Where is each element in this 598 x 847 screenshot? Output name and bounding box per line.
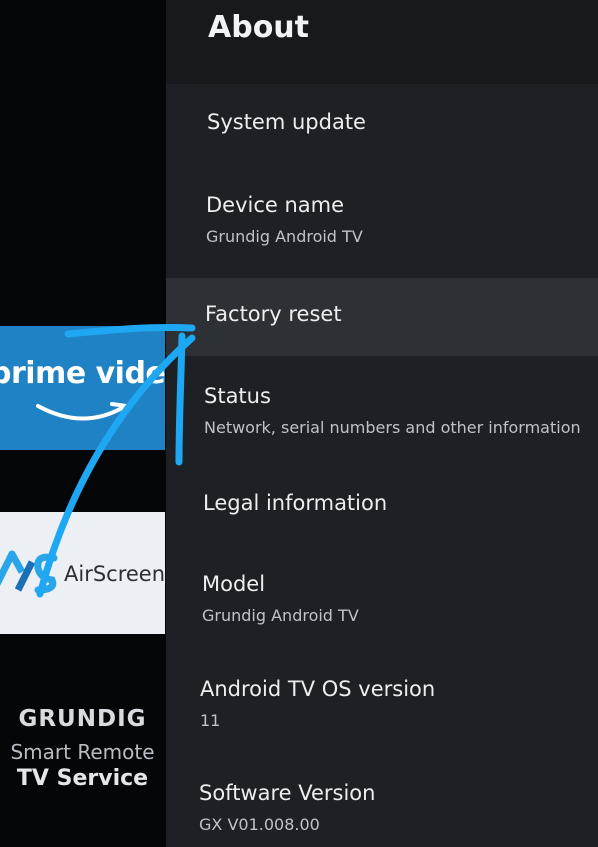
airscreen-tile[interactable]: AirScreen	[0, 512, 165, 634]
menu-item-software-version[interactable]: Software Version GX V01.008.00	[166, 781, 598, 834]
grundig-logo: GRUNDIG	[18, 706, 147, 732]
menu-item-value: Network, serial numbers and other inform…	[204, 418, 581, 437]
menu-item-label: System update	[207, 110, 366, 134]
menu-item-label: Android TV OS version	[200, 677, 436, 701]
menu-item-label: Legal information	[203, 491, 388, 515]
menu-item-value: GX V01.008.00	[199, 815, 320, 834]
menu-item-factory-reset[interactable]: Factory reset	[166, 278, 598, 356]
menu-item-android-tv-os-version[interactable]: Android TV OS version 11	[166, 677, 598, 730]
menu-item-value: Grundig Android TV	[206, 227, 363, 246]
menu-item-legal-information[interactable]: Legal information	[166, 491, 598, 515]
airscreen-label: AirScreen	[64, 562, 165, 586]
brand-subtitle: Smart Remote	[10, 740, 155, 764]
brand-service-label: TV Service	[16, 766, 149, 791]
menu-item-label: Software Version	[199, 781, 376, 805]
home-screen-strip: prime video AirScreen GRUNDIG Smart Remo…	[0, 0, 168, 847]
menu-item-device-name[interactable]: Device name Grundig Android TV	[166, 193, 598, 246]
menu-item-label: Status	[204, 384, 271, 408]
menu-item-label: Device name	[206, 193, 345, 217]
menu-item-value: 11	[200, 711, 221, 730]
prime-video-tile[interactable]: prime video	[0, 326, 165, 450]
menu-item-value: Grundig Android TV	[202, 606, 359, 625]
menu-item-status[interactable]: Status Network, serial numbers and other…	[166, 384, 598, 437]
settings-about-panel: About System update Device name Grundig …	[166, 0, 598, 847]
menu-item-label: Factory reset	[205, 302, 342, 326]
menu-item-label: Model	[202, 572, 266, 596]
amazon-smile-icon	[36, 402, 128, 421]
grundig-brand-block: GRUNDIG Smart Remote TV Service	[0, 706, 165, 791]
menu-item-model[interactable]: Model Grundig Android TV	[166, 572, 598, 625]
prime-video-label: prime video	[0, 356, 165, 391]
airscreen-logo-icon	[0, 550, 58, 594]
title-bar: About	[166, 0, 598, 84]
menu-item-system-update[interactable]: System update	[166, 110, 598, 134]
page-title: About	[208, 10, 310, 45]
